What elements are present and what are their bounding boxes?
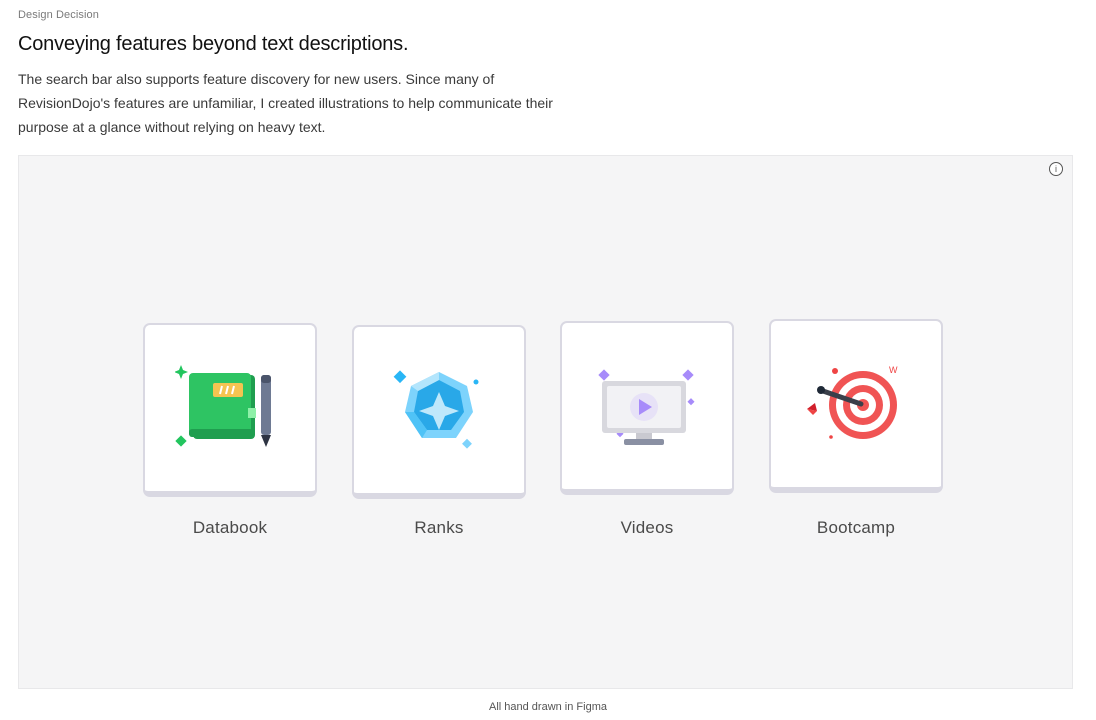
illustration-caption: All hand drawn in Figma	[488, 701, 607, 713]
databook-card[interactable]	[143, 323, 317, 497]
databook-label: Databook	[192, 518, 268, 537]
databook-icon	[175, 365, 271, 447]
videos-label: Videos	[620, 518, 674, 537]
ranks-gem-icon	[393, 370, 479, 449]
videos-card[interactable]	[560, 321, 734, 495]
ranks-label: Ranks	[414, 518, 464, 537]
svg-text:W: W	[889, 365, 898, 375]
info-icon[interactable]: i	[1049, 162, 1063, 176]
ranks-card[interactable]	[352, 325, 526, 499]
videos-monitor-icon	[598, 369, 695, 445]
design-decision-eyebrow: Design Decision	[18, 9, 99, 21]
bootcamp-card[interactable]: W	[769, 319, 943, 493]
section-description: The search bar also supports feature dis…	[18, 71, 553, 135]
section-title: Conveying features beyond text descripti…	[18, 33, 409, 55]
bootcamp-target-icon: W	[807, 365, 898, 439]
bootcamp-label: Bootcamp	[816, 518, 896, 537]
illustration-showcase-frame: i Databook Ranks Videos W Bootcamp	[18, 155, 1073, 689]
